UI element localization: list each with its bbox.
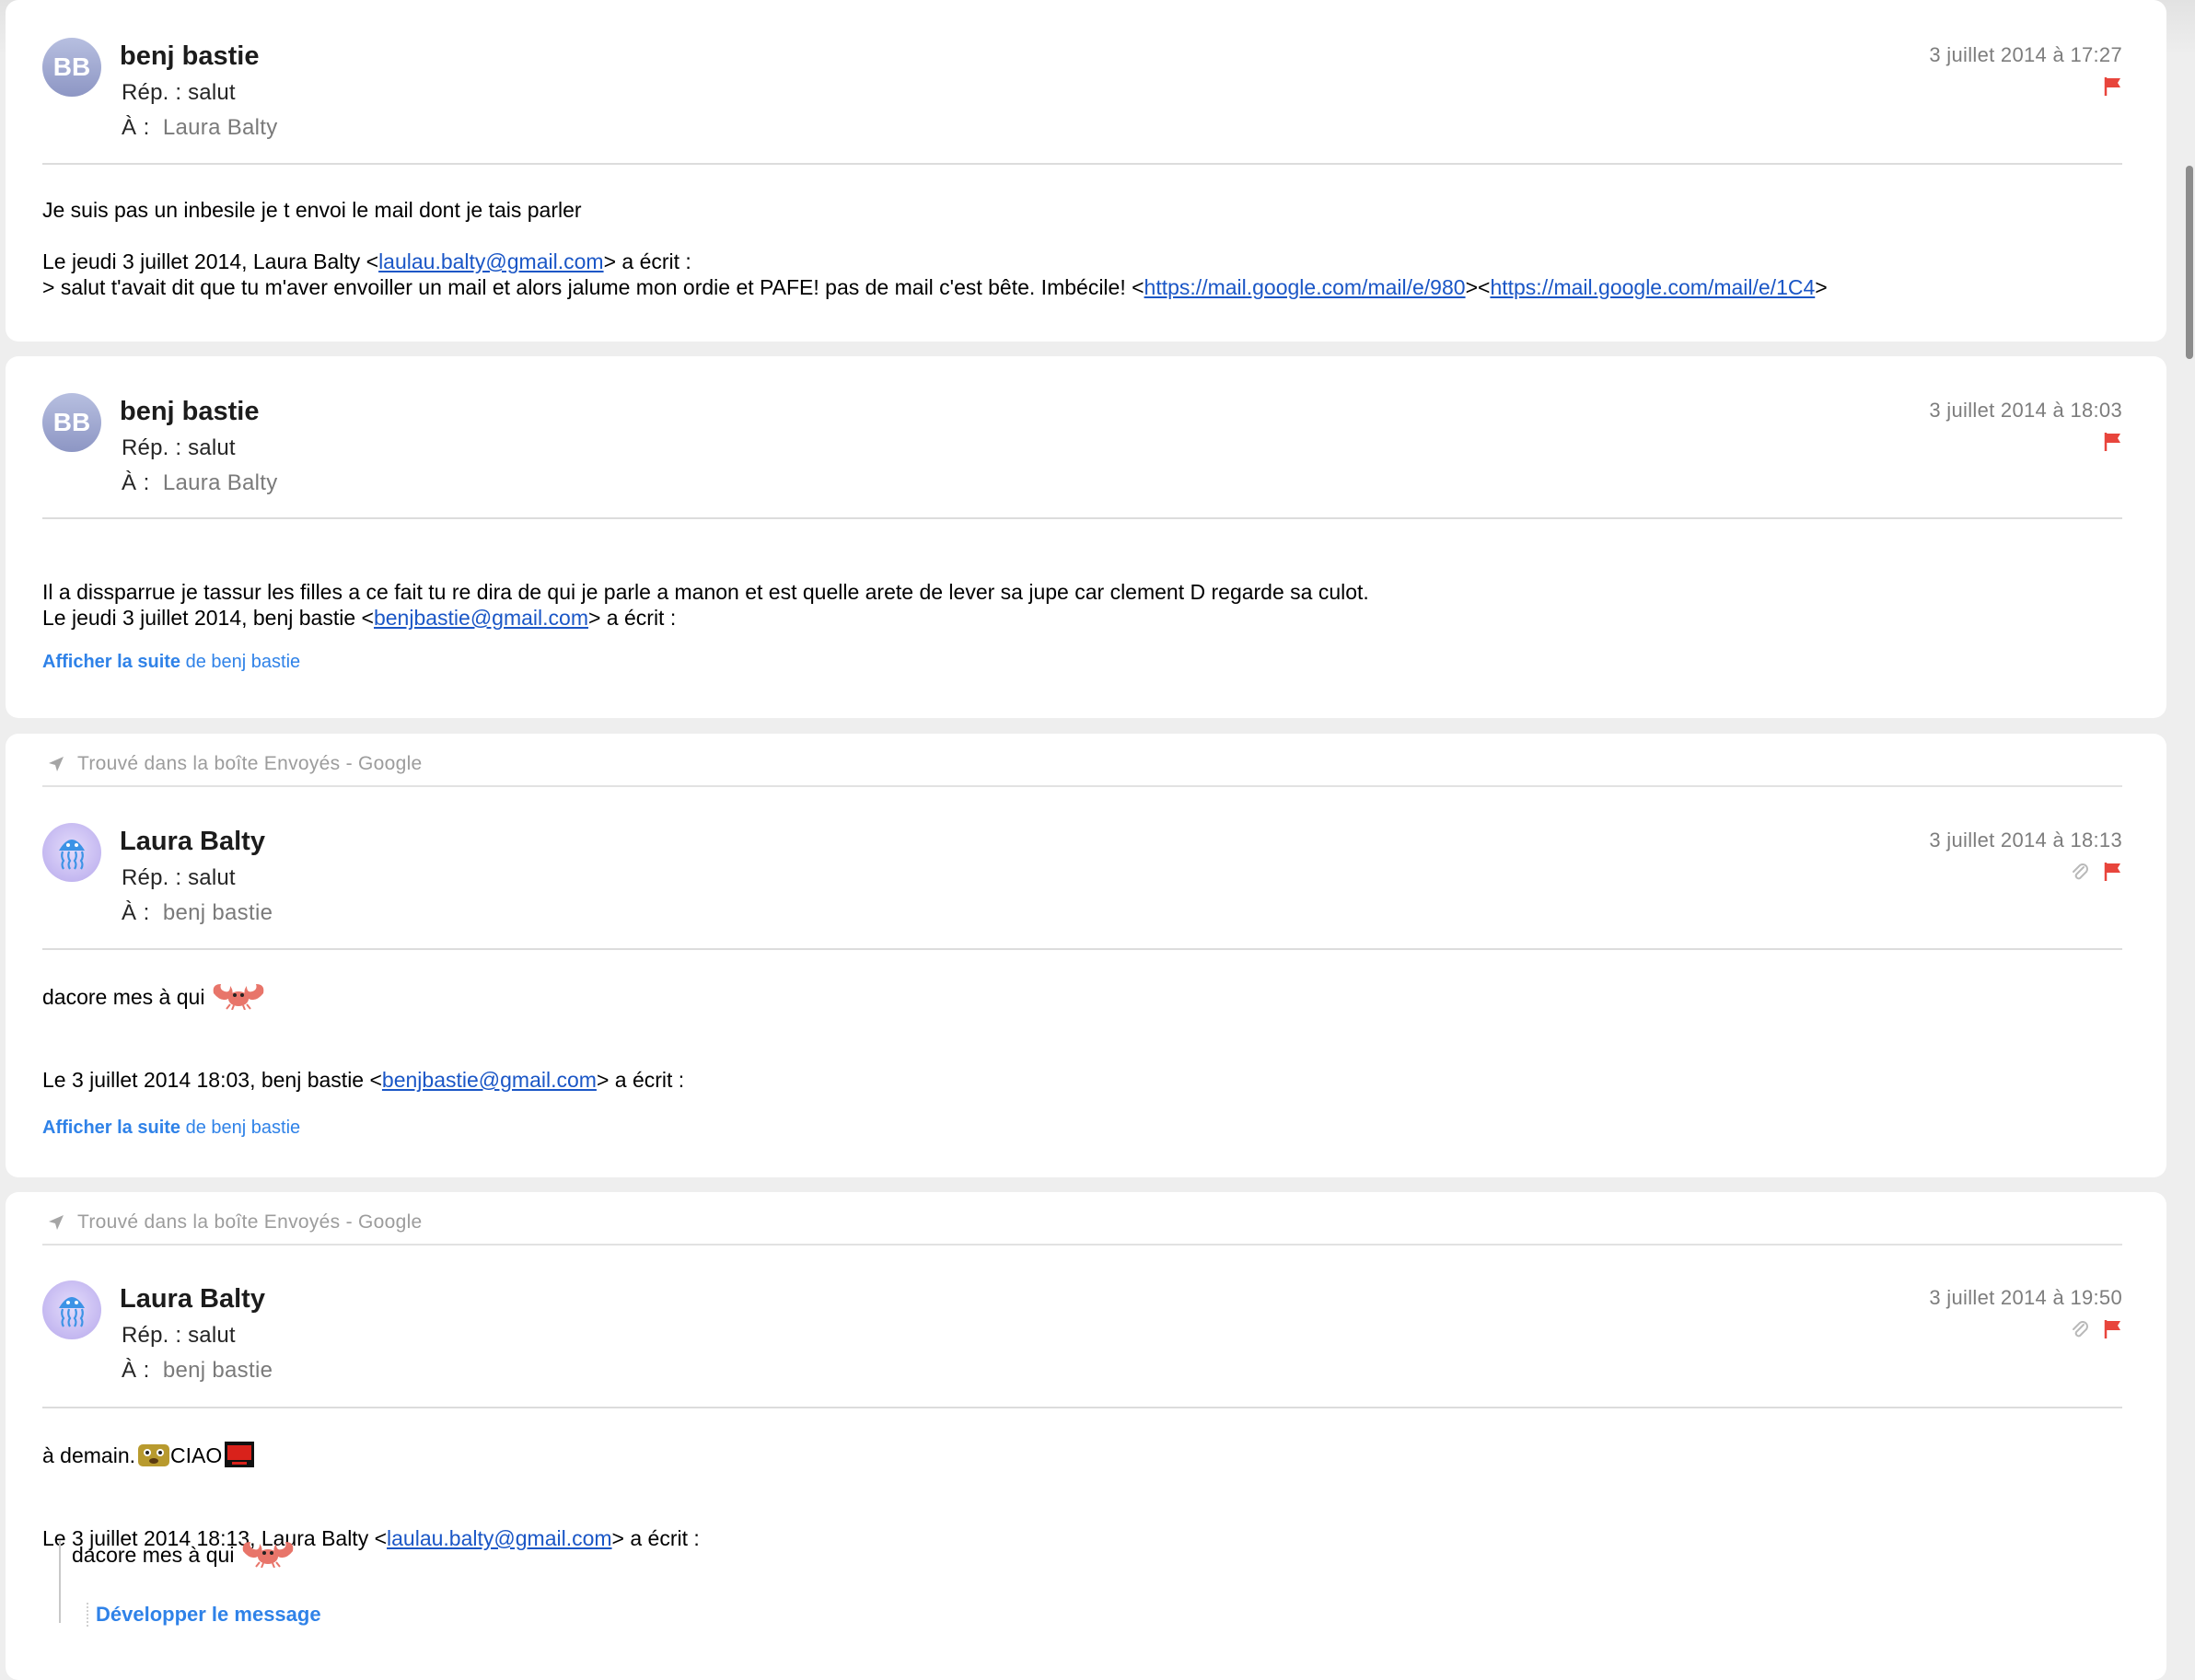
message-date: 3 juillet 2014 à 18:13 [1929, 828, 2122, 852]
body-line: à demain. CIAO [42, 1441, 2122, 1474]
recipient-name[interactable]: Laura Balty [163, 115, 278, 140]
message-body: à demain. CIAO Le 3 juillet 2014 18:13, … [42, 1441, 2122, 1551]
message-body: Je suis pas un inbesile je t envoi le ma… [42, 197, 2122, 300]
divider [42, 1407, 2122, 1408]
red-box-emoji [224, 1441, 255, 1474]
paperclip-icon[interactable] [2071, 862, 2089, 882]
divider [42, 163, 2122, 165]
avatar [42, 1280, 101, 1339]
quote-intro: Le jeudi 3 juillet 2014, Laura Balty <la… [42, 249, 691, 273]
sender-name[interactable]: Laura Balty [120, 827, 265, 857]
mail-link[interactable]: https://mail.google.com/mail/e/1C4 [1490, 275, 1815, 299]
paperclip-icon[interactable] [2071, 1319, 2089, 1339]
quote-intro: Le 3 juillet 2014 18:13, Laura Balty <la… [42, 1526, 700, 1550]
message-card[interactable]: BB benj bastie Rép. : salut À : Laura Bal… [6, 0, 2166, 342]
to-label: À : [122, 470, 150, 495]
scrollbar-thumb[interactable] [2186, 166, 2193, 359]
message-card[interactable]: Trouvé dans la boîte Envoyés - Google La… [6, 734, 2166, 1177]
monkey-emoji [137, 1442, 170, 1474]
found-in-sent-label: Trouvé dans la boîte Envoyés - Google [48, 1209, 423, 1236]
message-body: dacore mes à qui Le 3 juillet 2014 18:03… [42, 982, 2122, 1141]
flag-icon[interactable] [2104, 76, 2122, 97]
email-link[interactable]: benjbastie@gmail.com [382, 1068, 597, 1092]
subject: Rép. : salut [122, 1323, 236, 1348]
message-card[interactable]: Trouvé dans la boîte Envoyés - Google La… [6, 1192, 2166, 1680]
email-link[interactable]: laulau.balty@gmail.com [387, 1526, 612, 1550]
avatar: BB [42, 38, 101, 97]
quoted-line: > salut t'avait dit que tu m'aver envoil… [42, 275, 1828, 299]
subject: Rép. : salut [122, 80, 236, 105]
flag-icon[interactable] [2104, 432, 2122, 452]
message-body: Il a dissparrue je tassur les filles a c… [42, 579, 2122, 675]
paper-plane-icon [49, 757, 64, 771]
quote-intro: Le 3 juillet 2014 18:03, benj bastie <be… [42, 1068, 685, 1092]
paper-plane-icon [49, 1215, 64, 1230]
to-label: À : [122, 115, 150, 140]
message-date: 3 juillet 2014 à 19:50 [1929, 1286, 2122, 1309]
recipient-line: À : Laura Balty [122, 115, 278, 141]
recipient-name[interactable]: benj bastie [163, 900, 273, 925]
mail-link[interactable]: https://mail.google.com/mail/e/980 [1144, 275, 1466, 299]
quoted-text: dacore mes à qui [72, 1543, 235, 1567]
divider [42, 948, 2122, 950]
flag-icon[interactable] [2104, 862, 2122, 882]
recipient-line: À : benj bastie [122, 900, 273, 926]
sender-name[interactable]: benj bastie [120, 41, 260, 72]
crab-emoji [210, 982, 267, 1015]
expand-message-button[interactable]: Développer le message [87, 1603, 321, 1627]
recipient-line: À : Laura Balty [122, 470, 278, 496]
recipient-line: À : benj bastie [122, 1358, 273, 1384]
quote-intro: Le jeudi 3 juillet 2014, benj bastie <be… [42, 606, 677, 630]
message-date: 3 juillet 2014 à 18:03 [1929, 399, 2122, 422]
to-label: À : [122, 1358, 150, 1383]
body-line: Je suis pas un inbesile je t envoi le ma… [42, 198, 582, 222]
avatar: BB [42, 393, 101, 452]
sender-name[interactable]: Laura Balty [120, 1284, 265, 1315]
sender-name[interactable]: benj bastie [120, 397, 260, 427]
message-card[interactable]: BB benj bastie Rép. : salut À : Laura Bal… [6, 356, 2166, 718]
subject: Rép. : salut [122, 865, 236, 890]
body-line: Il a dissparrue je tassur les filles a c… [42, 580, 1369, 604]
recipient-name[interactable]: benj bastie [163, 1358, 273, 1383]
email-link[interactable]: laulau.balty@gmail.com [378, 249, 604, 273]
message-date: 3 juillet 2014 à 17:27 [1929, 43, 2122, 66]
body-line: dacore mes à qui [42, 982, 2122, 1015]
divider [42, 1244, 2122, 1246]
subject: Rép. : salut [122, 435, 236, 460]
to-label: À : [122, 900, 150, 925]
found-in-sent-label: Trouvé dans la boîte Envoyés - Google [48, 750, 423, 778]
crab-emoji [239, 1540, 296, 1573]
email-link[interactable]: benjbastie@gmail.com [374, 606, 588, 630]
flag-icon[interactable] [2104, 1319, 2122, 1339]
divider [42, 517, 2122, 519]
jellyfish-icon [59, 840, 85, 870]
mail-thread: BB benj bastie Rép. : salut À : Laura Bal… [0, 0, 2195, 1680]
avatar [42, 823, 101, 882]
recipient-name[interactable]: Laura Balty [163, 470, 278, 495]
jellyfish-icon [59, 1297, 85, 1327]
show-more-link[interactable]: Afficher la suite de benj bastie [42, 649, 2122, 675]
scrollbar[interactable] [2184, 0, 2195, 1670]
divider [42, 785, 2122, 787]
show-more-link[interactable]: Afficher la suite de benj bastie [42, 1115, 2122, 1141]
